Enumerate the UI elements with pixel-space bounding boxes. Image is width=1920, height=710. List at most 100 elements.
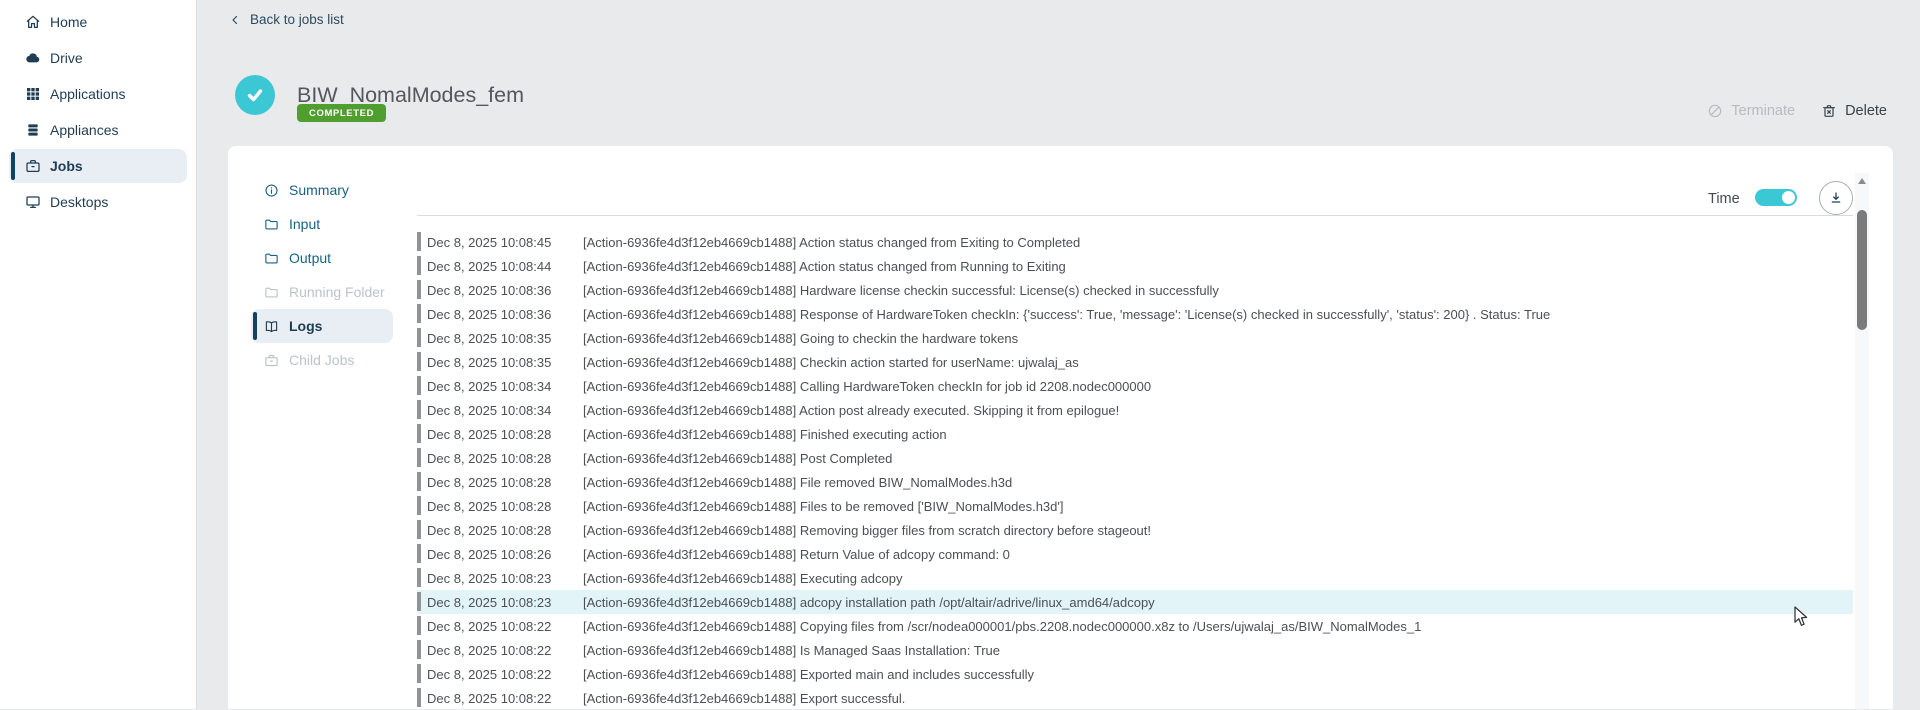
log-row[interactable]: Dec 8, 2025 10:08:28 [Action-6936fe4d3f12… [417, 422, 1853, 446]
delete-label: Delete [1845, 103, 1887, 119]
log-message: [Action-6936fe4d3f12eb4669cb1488] Callin… [583, 378, 1152, 394]
log-timestamp: Dec 8, 2025 10:08:22 [427, 618, 552, 634]
header-actions: Terminate Delete [1707, 103, 1887, 119]
sidebar-item-label: Home [50, 14, 88, 30]
log-row[interactable]: Dec 8, 2025 10:08:45 [Action-6936fe4d3f12… [417, 230, 1853, 254]
tab-label: Running Folder [289, 284, 385, 300]
log-message: [Action-6936fe4d3f12eb4669cb1488] Export… [583, 666, 1034, 682]
log-row[interactable]: Dec 8, 2025 10:08:22 [Action-6936fe4d3f12… [417, 614, 1853, 638]
sidebar-item-desktops[interactable]: Desktops [0, 184, 196, 220]
time-toggle[interactable] [1755, 189, 1797, 206]
log-timestamp: Dec 8, 2025 10:08:36 [427, 306, 552, 322]
sidebar-nav: Home Drive Applications Appliances Jobs Deskt… [0, 4, 196, 220]
back-link-label: Back to jobs list [250, 12, 344, 27]
job-subnav: Summary Input Output Running Folder Logs Chil… [251, 173, 393, 377]
tab-label: Output [289, 250, 332, 266]
log-timestamp: Dec 8, 2025 10:08:22 [427, 666, 552, 682]
job-detail-card: Summary Input Output Running Folder Logs Chil… [228, 146, 1893, 709]
log-row[interactable]: Dec 8, 2025 10:08:44 [Action-6936fe4d3f12… [417, 254, 1853, 278]
delete-button[interactable]: Delete [1821, 103, 1887, 119]
download-icon [1828, 190, 1844, 206]
log-timestamp: Dec 8, 2025 10:08:44 [427, 258, 552, 274]
log-row[interactable]: Dec 8, 2025 10:08:26 [Action-6936fe4d3f12… [417, 542, 1853, 566]
log-row[interactable]: Dec 8, 2025 10:08:23 [Action-6936fe4d3f12… [417, 590, 1853, 614]
log-message: [Action-6936fe4d3f12eb4669cb1488] File r… [583, 474, 1013, 490]
log-timestamp: Dec 8, 2025 10:08:22 [427, 642, 552, 658]
log-timestamp: Dec 8, 2025 10:08:28 [427, 474, 552, 490]
log-timestamp: Dec 8, 2025 10:08:34 [427, 402, 552, 418]
terminate-button[interactable]: Terminate [1707, 103, 1795, 119]
tab-label: Summary [289, 182, 349, 198]
tab-summary[interactable]: Summary [251, 173, 393, 207]
folder-icon [264, 251, 279, 266]
trash-icon [1821, 103, 1837, 119]
chevron-left-icon [229, 14, 241, 26]
log-row[interactable]: Dec 8, 2025 10:08:35 [Action-6936fe4d3f12… [417, 326, 1853, 350]
briefcase-icon [264, 353, 279, 368]
tab-label: Child Jobs [289, 352, 355, 368]
log-timestamp: Dec 8, 2025 10:08:28 [427, 522, 552, 538]
log-timestamp: Dec 8, 2025 10:08:26 [427, 546, 552, 562]
log-row[interactable]: Dec 8, 2025 10:08:28 [Action-6936fe4d3f12… [417, 518, 1853, 542]
log-message: [Action-6936fe4d3f12eb4669cb1488] Return… [583, 546, 1010, 562]
back-to-jobs-link[interactable]: Back to jobs list [229, 12, 344, 27]
sidebar-item-label: Appliances [50, 122, 119, 138]
log-message: [Action-6936fe4d3f12eb4669cb1488] Export… [583, 690, 906, 706]
log-row[interactable]: Dec 8, 2025 10:08:22 [Action-6936fe4d3f12… [417, 686, 1853, 710]
toggle-knob [1782, 191, 1795, 204]
log-message: [Action-6936fe4d3f12eb4669cb1488] Execut… [583, 570, 903, 586]
sidebar-item-label: Desktops [50, 194, 109, 210]
download-logs-button[interactable] [1819, 181, 1853, 215]
tab-output[interactable]: Output [251, 241, 393, 275]
log-timestamp: Dec 8, 2025 10:08:28 [427, 426, 552, 442]
tab-logs[interactable]: Logs [251, 309, 393, 343]
main-page: Back to jobs list BIW_NomalModes_fem COM… [198, 0, 1920, 709]
log-row[interactable]: Dec 8, 2025 10:08:22 [Action-6936fe4d3f12… [417, 638, 1853, 662]
log-timestamp: Dec 8, 2025 10:08:35 [427, 354, 552, 370]
folder-icon [264, 285, 279, 300]
folder-icon [264, 217, 279, 232]
log-message: [Action-6936fe4d3f12eb4669cb1488] Going … [583, 330, 1019, 346]
toolbar-divider [417, 215, 1853, 216]
log-list: Dec 8, 2025 10:08:45 [Action-6936fe4d3f12… [417, 230, 1853, 710]
log-timestamp: Dec 8, 2025 10:08:22 [427, 690, 552, 706]
log-row[interactable]: Dec 8, 2025 10:08:28 [Action-6936fe4d3f12… [417, 470, 1853, 494]
tab-running-folder: Running Folder [251, 275, 393, 309]
cloud-icon [25, 50, 41, 66]
sidebar-item-drive[interactable]: Drive [0, 40, 196, 76]
sidebar-item-appliances[interactable]: Appliances [0, 112, 196, 148]
log-timestamp: Dec 8, 2025 10:08:34 [427, 378, 552, 394]
log-row[interactable]: Dec 8, 2025 10:08:35 [Action-6936fe4d3f12… [417, 350, 1853, 374]
tab-input[interactable]: Input [251, 207, 393, 241]
log-row[interactable]: Dec 8, 2025 10:08:23 [Action-6936fe4d3f12… [417, 566, 1853, 590]
log-timestamp: Dec 8, 2025 10:08:35 [427, 330, 552, 346]
log-message: [Action-6936fe4d3f12eb4669cb1488] Is Man… [583, 642, 1001, 658]
sidebar: Home Drive Applications Appliances Jobs Deskt… [0, 0, 197, 709]
grid-icon [25, 86, 41, 102]
log-message: [Action-6936fe4d3f12eb4669cb1488] Files … [583, 498, 1064, 514]
log-row[interactable]: Dec 8, 2025 10:08:36 [Action-6936fe4d3f12… [417, 302, 1853, 326]
log-scrollbar[interactable] [1855, 173, 1869, 709]
log-row[interactable]: Dec 8, 2025 10:08:34 [Action-6936fe4d3f12… [417, 374, 1853, 398]
scrollbar-thumb[interactable] [1857, 210, 1867, 330]
log-message: [Action-6936fe4d3f12eb4669cb1488] Copyin… [583, 618, 1422, 634]
log-row[interactable]: Dec 8, 2025 10:08:34 [Action-6936fe4d3f12… [417, 398, 1853, 422]
status-badge: COMPLETED [297, 104, 387, 122]
log-row[interactable]: Dec 8, 2025 10:08:36 [Action-6936fe4d3f12… [417, 278, 1853, 302]
log-message: [Action-6936fe4d3f12eb4669cb1488] Hardwa… [583, 282, 1219, 298]
time-toggle-label: Time [1708, 191, 1740, 207]
sidebar-item-jobs[interactable]: Jobs [9, 149, 187, 183]
briefcase-icon [25, 158, 41, 174]
sidebar-item-home[interactable]: Home [0, 4, 196, 40]
log-row[interactable]: Dec 8, 2025 10:08:22 [Action-6936fe4d3f12… [417, 662, 1853, 686]
log-timestamp: Dec 8, 2025 10:08:23 [427, 594, 552, 610]
terminate-icon [1707, 103, 1723, 119]
check-icon [243, 83, 267, 107]
sidebar-item-applications[interactable]: Applications [0, 76, 196, 112]
scroll-up-arrow-icon[interactable] [1858, 178, 1866, 184]
log-timestamp: Dec 8, 2025 10:08:23 [427, 570, 552, 586]
book-icon [264, 319, 279, 334]
log-row[interactable]: Dec 8, 2025 10:08:28 [Action-6936fe4d3f12… [417, 494, 1853, 518]
log-row[interactable]: Dec 8, 2025 10:08:28 [Action-6936fe4d3f12… [417, 446, 1853, 470]
log-message: [Action-6936fe4d3f12eb4669cb1488] Removi… [583, 522, 1152, 538]
